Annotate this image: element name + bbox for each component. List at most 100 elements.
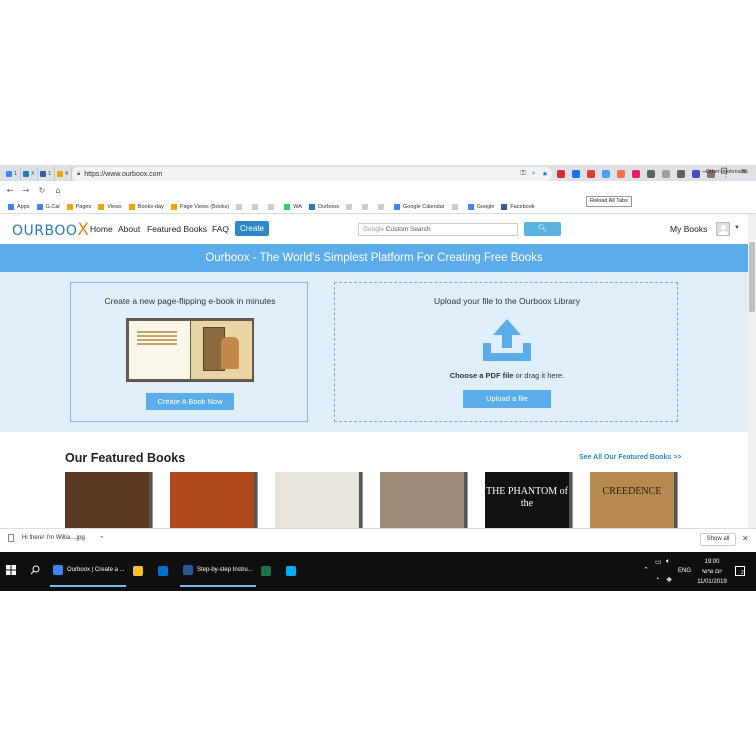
taskbar-app[interactable]: Step-by-step Instru... bbox=[180, 555, 256, 587]
close-icon[interactable]: ✕ bbox=[742, 534, 749, 543]
avatar[interactable] bbox=[716, 222, 730, 236]
bookmark-item[interactable] bbox=[252, 203, 261, 210]
show-all-button[interactable]: Show all bbox=[700, 533, 736, 546]
bookmark-item[interactable]: Page Views (Books) bbox=[170, 203, 229, 210]
date: 11/01/2019 bbox=[697, 579, 727, 585]
tab-favicon-icon bbox=[40, 171, 46, 177]
featured-book-cover[interactable] bbox=[65, 472, 149, 528]
windows-start-icon[interactable] bbox=[6, 560, 16, 580]
bookmark-label: Google bbox=[476, 203, 495, 210]
back-icon[interactable]: ← bbox=[4, 186, 16, 195]
lock-icon: 🔒︎ bbox=[77, 170, 81, 177]
wifi-icon[interactable]: ◔ bbox=[655, 576, 659, 583]
bookmark-item[interactable] bbox=[346, 203, 355, 210]
app-icon bbox=[53, 565, 63, 575]
other-bookmarks[interactable]: Other bookmarks bbox=[706, 169, 748, 175]
bookmark-item[interactable]: Google Calendar bbox=[394, 203, 445, 210]
taskbar-search-icon[interactable] bbox=[30, 560, 40, 580]
address-bar[interactable]: 🔒︎ https://www.ourboox.com ⚿ ⌕ ★ bbox=[72, 167, 552, 181]
forward-icon[interactable]: → bbox=[20, 186, 32, 195]
bookmark-item[interactable]: Apps bbox=[8, 203, 30, 210]
nav-faq[interactable]: FAQ bbox=[212, 224, 229, 234]
bookmark-item[interactable] bbox=[236, 203, 245, 210]
bookmark-label: Facebook bbox=[510, 203, 535, 210]
browser-tab[interactable]: 1 bbox=[4, 167, 21, 181]
bookmark-star-icon[interactable]: ★ bbox=[542, 170, 548, 178]
extension-icon[interactable] bbox=[557, 170, 565, 178]
volume-icon[interactable]: 🔈︎ bbox=[666, 558, 670, 566]
vertical-scrollbar[interactable] bbox=[748, 214, 756, 528]
bookmark-item[interactable] bbox=[451, 203, 461, 210]
browser-tab[interactable]: 1 bbox=[38, 167, 55, 181]
nav-about[interactable]: About bbox=[118, 224, 140, 234]
ourboox-logo[interactable]: OURBOOX bbox=[12, 220, 90, 240]
app-icon bbox=[261, 566, 271, 576]
bookmark-label: Ourboox bbox=[317, 203, 339, 210]
language-indicator[interactable]: ENG bbox=[678, 568, 691, 574]
logo-text: OURBOO bbox=[12, 223, 78, 239]
featured-book-cover[interactable] bbox=[380, 472, 464, 528]
extension-icon[interactable] bbox=[692, 170, 700, 178]
extension-icon[interactable] bbox=[632, 170, 640, 178]
bookmark-label: G.Cal bbox=[45, 203, 60, 210]
extension-icon[interactable] bbox=[662, 170, 670, 178]
taskbar-app[interactable] bbox=[258, 555, 275, 587]
network-icon[interactable]: ▭ bbox=[655, 558, 662, 566]
bookmark-item[interactable]: Books-day bbox=[128, 203, 164, 210]
bookmark-item[interactable] bbox=[362, 203, 371, 210]
tooltip: Reload All Tabs bbox=[586, 196, 632, 207]
home-icon[interactable]: ⌂ bbox=[52, 186, 64, 195]
bookmark-item[interactable]: WA bbox=[284, 203, 302, 210]
bookmark-item[interactable]: Pages bbox=[66, 203, 91, 210]
reload-icon[interactable]: ↻ bbox=[36, 186, 48, 195]
extension-icon[interactable] bbox=[602, 170, 610, 178]
clock[interactable]: 19:00 יום שישי 11/01/2019 bbox=[692, 557, 732, 587]
browser-tab[interactable]: 4 bbox=[55, 167, 72, 181]
download-item[interactable]: Hi there! I'm Willia....jpg bbox=[8, 534, 85, 542]
drag-hint: or drag it here. bbox=[513, 371, 565, 380]
create-a-book-now-button[interactable]: Create A Book Now bbox=[146, 393, 234, 410]
dropbox-icon[interactable]: ❖ bbox=[666, 576, 672, 584]
extension-icon[interactable] bbox=[677, 170, 685, 178]
app-icon bbox=[183, 565, 193, 575]
taskbar-app[interactable] bbox=[155, 555, 172, 587]
extension-icon[interactable] bbox=[587, 170, 595, 178]
zoom-icon[interactable]: ⌕ bbox=[532, 170, 536, 178]
upload-drop-zone[interactable]: Upload your file to the Ourboox Library … bbox=[334, 282, 678, 422]
key-icon[interactable]: ⚿ bbox=[520, 170, 525, 178]
taskbar-app[interactable] bbox=[283, 555, 300, 587]
featured-book-cover[interactable]: THE PHANTOM of the bbox=[485, 472, 569, 528]
chevron-up-icon[interactable]: ⌃ bbox=[643, 566, 649, 574]
create-button[interactable]: Create bbox=[235, 221, 269, 236]
my-books-link[interactable]: My Books bbox=[670, 224, 707, 234]
bookmark-item[interactable]: Facebook bbox=[501, 203, 535, 210]
bookmark-item[interactable]: Views bbox=[98, 203, 122, 210]
extension-icon[interactable] bbox=[647, 170, 655, 178]
notifications-icon[interactable]: 2 bbox=[735, 566, 745, 576]
chevron-up-icon[interactable]: ⌃ bbox=[99, 535, 105, 543]
bookmark-item[interactable] bbox=[378, 203, 387, 210]
featured-book-cover[interactable] bbox=[275, 472, 359, 528]
bookmark-item[interactable] bbox=[268, 203, 277, 210]
bookmarks-bar: Apps G.Cal Pages Views Books-day Page Views (… bbox=[0, 200, 756, 214]
bookmark-item[interactable]: G.Cal bbox=[36, 203, 60, 210]
upload-a-file-button[interactable]: Upload a file bbox=[463, 390, 551, 408]
browser-tab[interactable]: X bbox=[21, 167, 38, 181]
nav-featured-books[interactable]: Featured Books bbox=[147, 224, 207, 234]
scrollbar-thumb[interactable] bbox=[749, 242, 755, 312]
see-all-featured-link[interactable]: See All Our Featured Books >> bbox=[579, 454, 681, 461]
extension-icon[interactable] bbox=[572, 170, 580, 178]
featured-book-cover[interactable] bbox=[170, 472, 254, 528]
bookmark-item[interactable]: Ourboox bbox=[308, 203, 339, 210]
custom-search-input[interactable]: Google Custom Search bbox=[358, 223, 518, 236]
extension-icon[interactable] bbox=[617, 170, 625, 178]
taskbar-app[interactable] bbox=[130, 555, 147, 587]
logo-x: X bbox=[77, 220, 90, 240]
nav-home[interactable]: Home bbox=[90, 224, 113, 234]
bookmark-item[interactable]: Google bbox=[467, 203, 495, 210]
taskbar-app[interactable]: Ourboox | Create a ... bbox=[50, 555, 126, 587]
chevron-down-icon[interactable]: ▼ bbox=[734, 225, 740, 231]
search-button[interactable]: 🔍︎ bbox=[524, 222, 561, 236]
featured-book-cover[interactable]: CREEDENCE bbox=[590, 472, 674, 528]
choose-pdf-label[interactable]: Choose a PDF file bbox=[450, 371, 514, 380]
